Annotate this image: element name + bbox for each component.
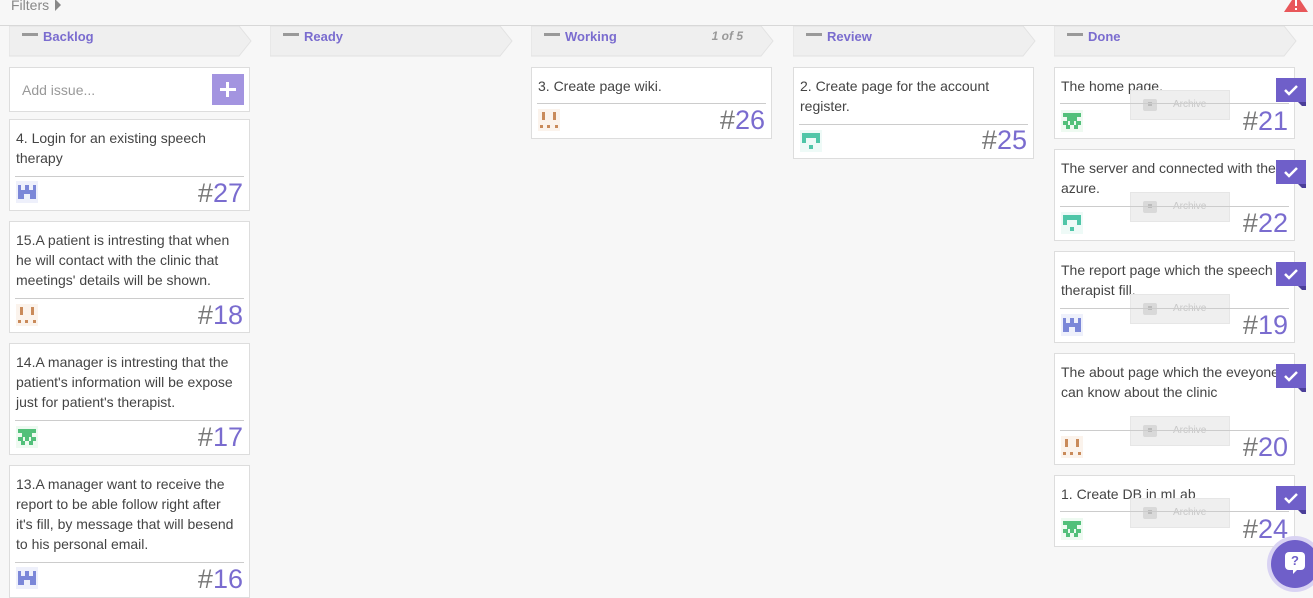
issue-card[interactable]: The report page which the speech therapi… — [1054, 251, 1306, 343]
issue-title: 2. Create page for the account register. — [800, 78, 990, 114]
collapse-icon[interactable] — [544, 33, 560, 36]
column-name: Ready — [304, 29, 344, 44]
issue-title: 3. Create page wiki. — [538, 78, 662, 94]
issue-title: 14.A manager is intresting that the pati… — [16, 354, 233, 410]
archive-button[interactable]: Archive — [1130, 90, 1230, 120]
assignee-avatar[interactable] — [1061, 314, 1083, 336]
help-button[interactable]: ? — [1271, 540, 1313, 588]
card-divider — [15, 298, 244, 299]
done-check-icon[interactable] — [1276, 262, 1306, 290]
issue-number: #21 — [1242, 106, 1288, 136]
top-bar: Filters — [0, 0, 1313, 26]
column-name: Done — [1088, 29, 1121, 44]
collapse-icon[interactable] — [283, 33, 299, 36]
assignee-avatar[interactable] — [16, 181, 38, 203]
card-divider — [15, 176, 244, 177]
issue-card[interactable]: The about page which the eveyone can kno… — [1054, 353, 1306, 465]
column-done: Done — [1054, 26, 1297, 57]
chevron-right-icon — [55, 0, 62, 11]
card-divider — [537, 103, 766, 104]
column-header[interactable]: Done — [1054, 26, 1297, 57]
collapse-icon[interactable] — [806, 33, 822, 36]
assignee-avatar[interactable] — [800, 130, 822, 152]
done-check-icon[interactable] — [1276, 78, 1306, 106]
card-divider — [1060, 511, 1289, 512]
issue-card[interactable]: 15.A patient is intresting that when he … — [9, 221, 250, 333]
issue-title: 15.A patient is intresting that when he … — [16, 232, 230, 288]
card-divider — [15, 562, 244, 563]
issue-card[interactable]: 1. Create DB in mLab Archive #24 — [1054, 475, 1306, 547]
column-name: Review — [827, 29, 872, 44]
archive-icon — [1143, 303, 1157, 315]
issue-number: #17 — [197, 422, 243, 452]
card-divider — [1060, 430, 1289, 431]
issue-title: The about page which the eveyone can kno… — [1061, 364, 1279, 400]
card-divider — [1060, 103, 1289, 104]
column-backlog: Backlog — [9, 26, 252, 57]
column-header[interactable]: Ready — [270, 26, 513, 57]
archive-button[interactable]: Archive — [1130, 416, 1230, 446]
issue-card[interactable]: 14.A manager is intresting that the pati… — [9, 343, 250, 455]
assignee-avatar[interactable] — [1061, 518, 1083, 540]
archive-button[interactable]: Archive — [1130, 192, 1230, 222]
warning-icon[interactable] — [1284, 0, 1308, 12]
filters-toggle[interactable]: Filters — [11, 0, 62, 13]
archive-icon — [1143, 201, 1157, 213]
issue-card[interactable]: 2. Create page for the account register.… — [793, 67, 1034, 159]
assignee-avatar[interactable] — [16, 304, 38, 326]
done-check-icon[interactable] — [1276, 160, 1306, 188]
card-divider — [15, 420, 244, 421]
assignee-avatar[interactable] — [1061, 436, 1083, 458]
issue-number: #27 — [197, 178, 243, 208]
issue-card[interactable]: The server and connected with the azure.… — [1054, 149, 1306, 241]
issue-number: #19 — [1242, 310, 1288, 340]
add-issue-input[interactable] — [15, 74, 210, 105]
assignee-avatar[interactable] — [16, 426, 38, 448]
collapse-icon[interactable] — [1067, 33, 1083, 36]
add-issue-box — [9, 67, 250, 112]
issue-number: #24 — [1242, 514, 1288, 544]
assignee-avatar[interactable] — [16, 567, 38, 589]
card-divider — [1060, 206, 1289, 207]
collapse-icon[interactable] — [22, 33, 38, 36]
filters-label: Filters — [11, 0, 50, 13]
issue-title: 4. Login for an existing speech therapy — [16, 130, 206, 166]
issue-number: #26 — [719, 105, 765, 135]
column-header[interactable]: Backlog — [9, 26, 252, 57]
issue-number: #25 — [981, 125, 1027, 155]
column-working: Working 1 of 5 — [531, 26, 774, 57]
issue-card[interactable]: 13.A manager want to receive the report … — [9, 465, 250, 598]
assignee-avatar[interactable] — [1061, 110, 1083, 132]
done-check-icon[interactable] — [1276, 486, 1306, 514]
assignee-avatar[interactable] — [1061, 212, 1083, 234]
card-divider — [1060, 308, 1289, 309]
done-check-icon[interactable] — [1276, 364, 1306, 392]
help-icon: ? — [1285, 552, 1305, 574]
column-name: Backlog — [43, 29, 94, 44]
column-name: Working — [565, 29, 617, 44]
assignee-avatar[interactable] — [538, 109, 560, 131]
archive-icon — [1143, 425, 1157, 437]
archive-button[interactable]: Archive — [1130, 294, 1230, 324]
archive-icon — [1143, 99, 1157, 111]
wip-count: 1 of 5 — [711, 29, 743, 43]
issue-number: #22 — [1242, 208, 1288, 238]
column-review: Review — [793, 26, 1036, 57]
add-issue-button[interactable] — [212, 74, 244, 105]
archive-icon — [1143, 507, 1157, 519]
column-header[interactable]: Review — [793, 26, 1036, 57]
issue-card[interactable]: 3. Create page wiki. #26 — [531, 67, 772, 139]
column-ready: Ready — [270, 26, 513, 57]
issue-title: 13.A manager want to receive the report … — [16, 476, 234, 552]
archive-button[interactable]: Archive — [1130, 498, 1230, 528]
column-header[interactable]: Working 1 of 5 — [531, 26, 774, 57]
issue-number: #20 — [1242, 432, 1288, 462]
issue-card[interactable]: The home page. Archive #21 — [1054, 67, 1306, 139]
issue-card[interactable]: 4. Login for an existing speech therapy … — [9, 119, 250, 211]
issue-number: #18 — [197, 300, 243, 330]
issue-number: #16 — [197, 564, 243, 594]
